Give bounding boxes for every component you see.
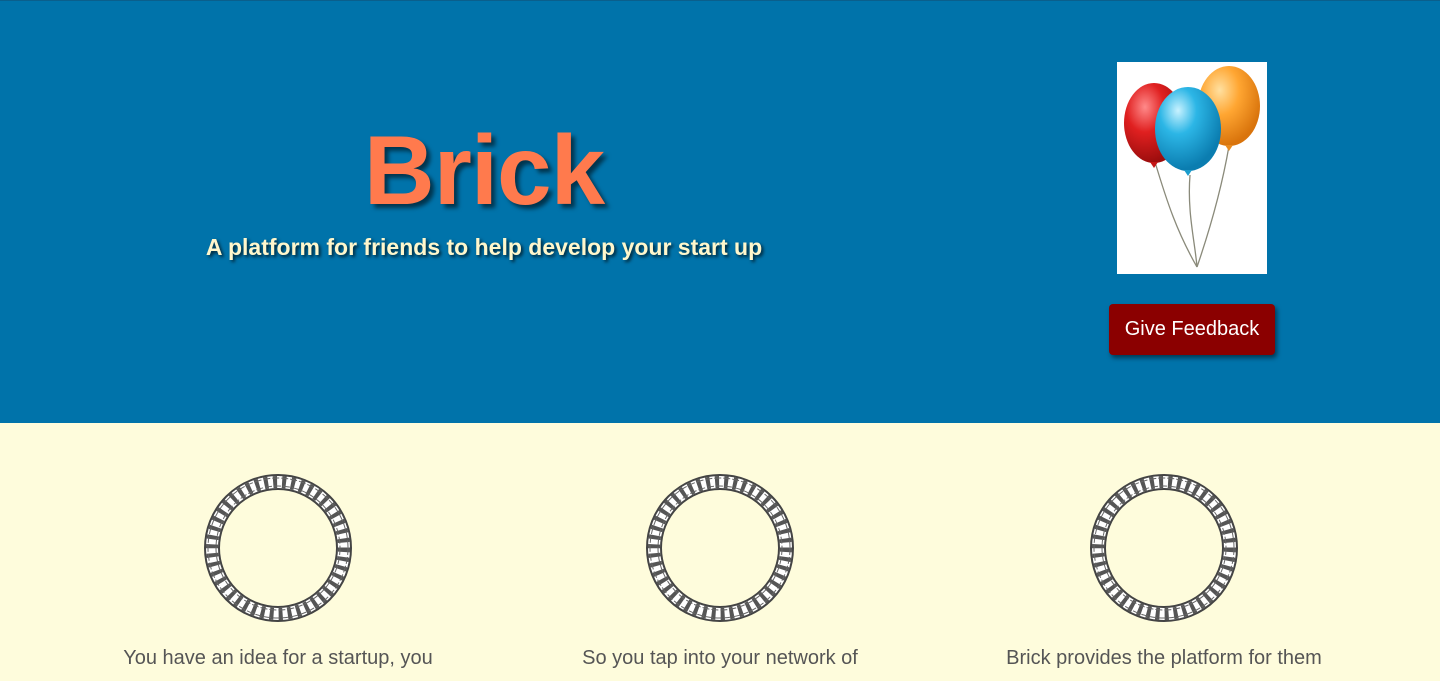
feature-text-2: So you tap into your network of: [582, 647, 858, 669]
feature-text-1: You have an idea for a startup, you: [123, 647, 433, 669]
hero-banner: Brick A platform for friends to help dev…: [0, 0, 1440, 423]
balloons-icon: [1117, 62, 1267, 274]
braided-ring-icon: [645, 473, 795, 623]
brand-tagline: A platform for friends to help develop y…: [205, 234, 763, 260]
feature-item-3: Brick provides the platform for them: [942, 423, 1386, 681]
give-feedback-button[interactable]: Give Feedback: [1109, 304, 1275, 355]
feature-text-3: Brick provides the platform for them: [1006, 647, 1322, 669]
brand-title: Brick: [363, 115, 605, 225]
braided-ring-icon: [1089, 473, 1239, 623]
features-section: You have an idea for a startup, you So y…: [0, 423, 1440, 681]
braided-ring-icon: [203, 473, 353, 623]
feature-item-2: So you tap into your network of: [498, 423, 942, 681]
feature-item-1: You have an idea for a startup, you: [56, 423, 500, 681]
